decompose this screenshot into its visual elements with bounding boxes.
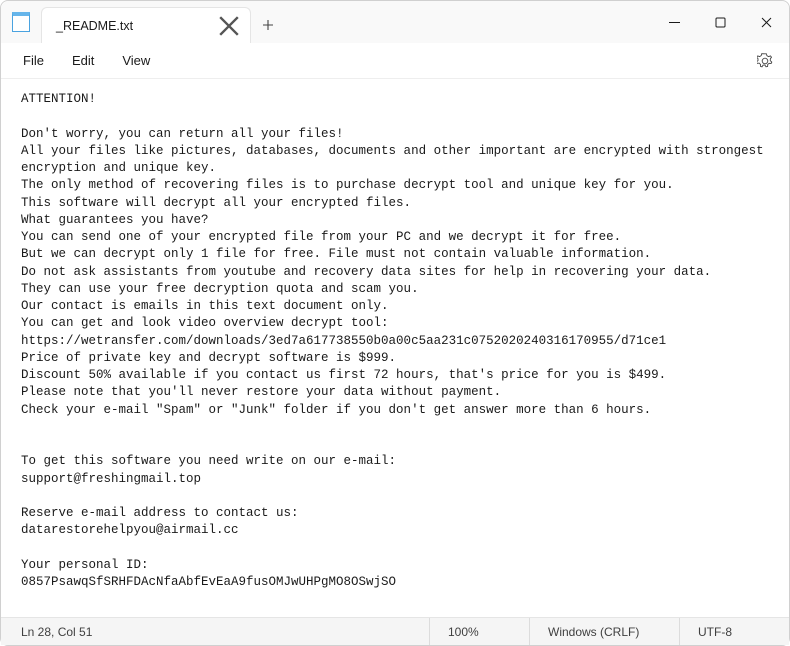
document-tab[interactable]: _README.txt	[41, 7, 251, 43]
gear-icon	[757, 53, 773, 69]
window-controls	[651, 1, 789, 43]
menu-edit[interactable]: Edit	[58, 47, 108, 74]
close-tab-icon[interactable]	[218, 15, 240, 37]
menubar: File Edit View	[1, 43, 789, 79]
statusbar: Ln 28, Col 51 100% Windows (CRLF) UTF-8	[1, 617, 789, 645]
text-area[interactable]: ATTENTION! Don't worry, you can return a…	[1, 79, 789, 617]
menu-view[interactable]: View	[108, 47, 164, 74]
tab-title: _README.txt	[56, 19, 218, 33]
titlebar: _README.txt	[1, 1, 789, 43]
titlebar-drag-area[interactable]	[285, 1, 651, 43]
app-icon	[1, 1, 41, 43]
status-encoding: UTF-8	[679, 618, 789, 645]
settings-button[interactable]	[749, 47, 781, 75]
status-line-ending: Windows (CRLF)	[529, 618, 679, 645]
notepad-icon	[12, 12, 30, 32]
close-button[interactable]	[743, 1, 789, 43]
status-position: Ln 28, Col 51	[21, 618, 429, 645]
menu-file[interactable]: File	[9, 47, 58, 74]
minimize-button[interactable]	[651, 1, 697, 43]
status-zoom: 100%	[429, 618, 529, 645]
new-tab-button[interactable]	[251, 7, 285, 43]
maximize-button[interactable]	[697, 1, 743, 43]
